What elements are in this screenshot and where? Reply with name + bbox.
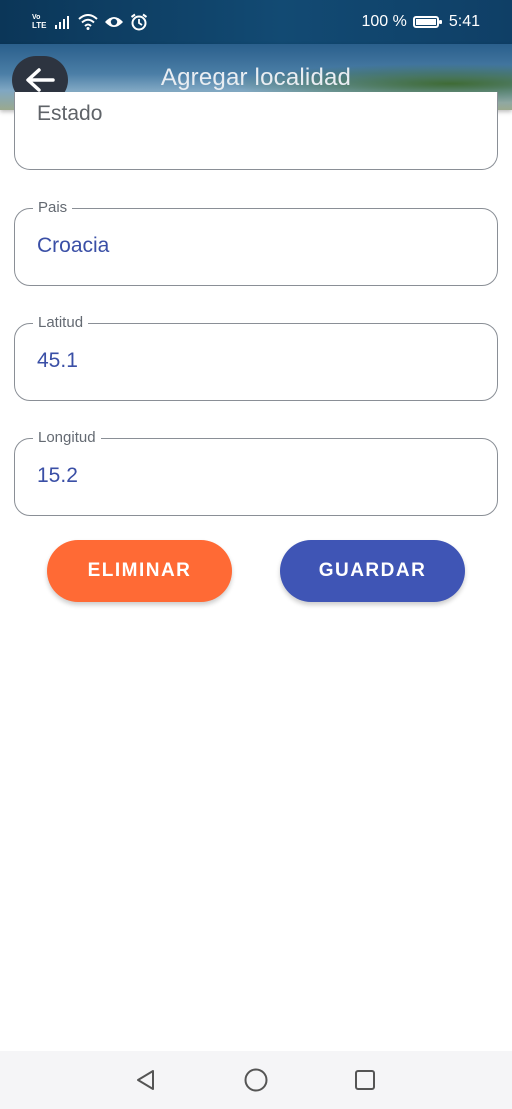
lte-icon: Vo LTE: [32, 14, 47, 30]
system-nav-bar: [0, 1051, 512, 1109]
estado-field[interactable]: Estado: [14, 92, 498, 170]
nav-recents-button[interactable]: [352, 1067, 378, 1093]
nav-home-button[interactable]: [243, 1067, 269, 1093]
latitud-field[interactable]: Latitud 45.1: [14, 314, 498, 401]
longitud-value: 15.2: [37, 464, 78, 487]
square-recents-icon: [355, 1070, 375, 1090]
wifi-icon: [78, 14, 98, 30]
estado-placeholder: Estado: [37, 102, 103, 125]
pais-label: Pais: [33, 199, 73, 217]
alarm-icon: [130, 13, 148, 31]
battery-icon: [412, 16, 442, 28]
battery-percent: 100 %: [361, 13, 407, 30]
status-right: 100 % 5:41: [361, 12, 480, 32]
eye-icon: [105, 17, 123, 27]
nav-back-button[interactable]: [133, 1067, 159, 1093]
signal-icon: [55, 16, 69, 29]
page-title: Agregar localidad: [160, 64, 352, 91]
status-bar: Vo LTE 100 % 5:41: [0, 0, 512, 44]
circle-home-icon: [244, 1068, 268, 1092]
longitud-label: Longitud: [33, 429, 101, 447]
longitud-field[interactable]: Longitud 15.2: [14, 429, 498, 516]
delete-button[interactable]: ELIMINAR: [47, 540, 232, 602]
latitud-value: 45.1: [37, 349, 78, 372]
save-button[interactable]: GUARDAR: [280, 540, 465, 602]
triangle-back-icon: [137, 1070, 154, 1090]
status-left-icons: Vo LTE: [32, 12, 148, 32]
pais-value: Croacia: [37, 234, 110, 257]
latitud-label: Latitud: [33, 314, 89, 332]
pais-field[interactable]: Pais Croacia: [14, 199, 498, 286]
clock: 5:41: [448, 13, 480, 30]
